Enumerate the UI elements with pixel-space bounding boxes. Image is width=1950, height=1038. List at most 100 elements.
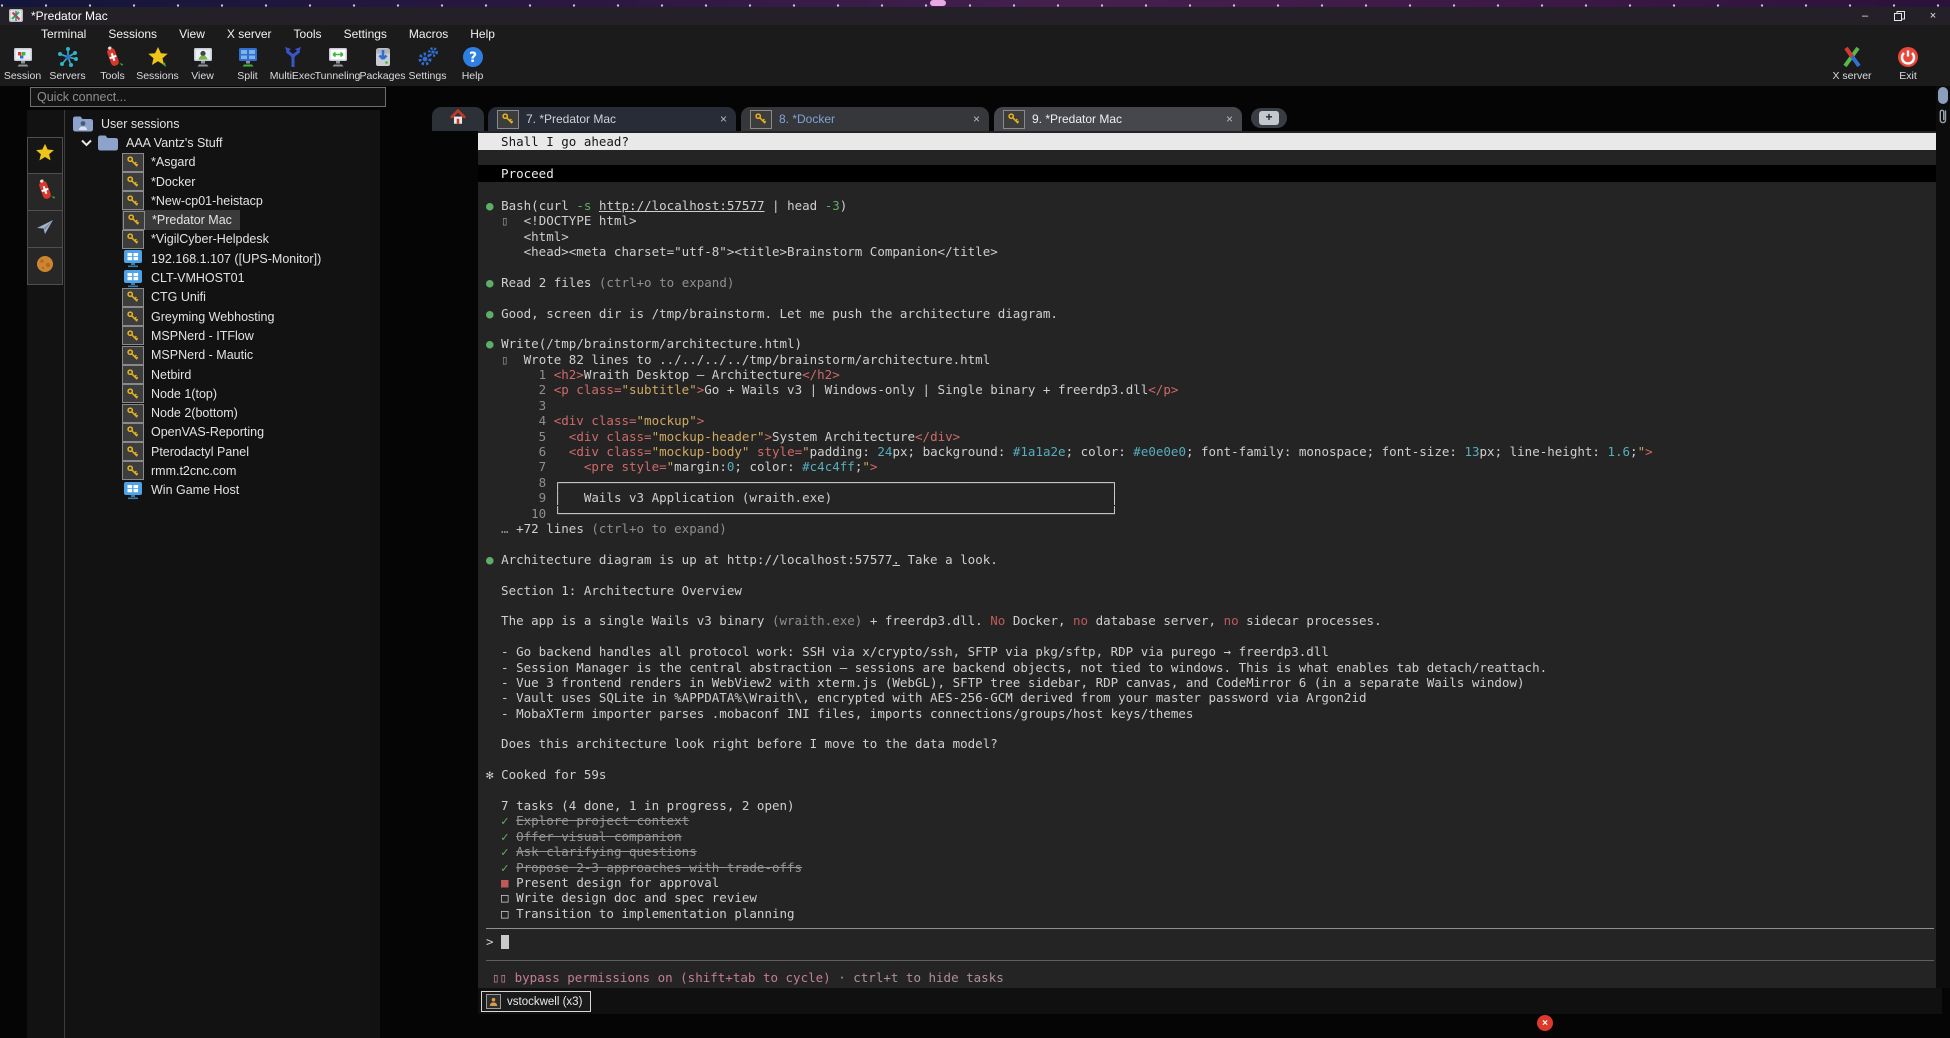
toolbar-button-tunneling[interactable]: Tunneling (315, 42, 360, 82)
toolbar-button-label: Settings (409, 70, 447, 82)
session-tree-item[interactable]: OpenVAS-Reporting (66, 423, 380, 442)
menu-item-terminal[interactable]: Terminal (30, 27, 97, 41)
tools-knife-icon (100, 44, 126, 70)
home-icon (449, 108, 467, 131)
user-session-chip[interactable]: vstockwell (x3) (481, 991, 591, 1012)
session-tree-item[interactable]: User sessions (66, 114, 380, 133)
toolbar-button-label: Split (237, 70, 257, 82)
toolbar-button-help[interactable]: ?Help (450, 42, 495, 82)
session-tree-item[interactable]: *VigilCyber-Helpdesk (66, 230, 380, 249)
toolbar-button-sessions[interactable]: Sessions (135, 42, 180, 82)
notification-badge[interactable]: × (1537, 1015, 1553, 1031)
tab-close-icon[interactable]: × (973, 112, 980, 126)
session-tree-item[interactable]: Netbird (66, 365, 380, 384)
toolbar-button-view[interactable]: View (180, 42, 225, 82)
menu-item-x-server[interactable]: X server (216, 27, 283, 41)
prompt-line[interactable]: > (478, 929, 1942, 953)
tab-close-icon[interactable]: × (720, 112, 727, 126)
toolbar-button-settings[interactable]: Settings (405, 42, 450, 82)
terminal-tab-3-active[interactable]: 9. *Predator Mac× (994, 107, 1242, 131)
session-label: Node 2(bottom) (151, 406, 238, 420)
toolbar-button-packages[interactable]: Packages (360, 42, 405, 82)
tab-close-icon[interactable]: × (1226, 112, 1233, 126)
tab-label: 7. *Predator Mac (526, 112, 720, 126)
toolbar-button-split[interactable]: Split (225, 42, 270, 82)
maximize-button[interactable] (1882, 7, 1916, 25)
paperclip-icon[interactable] (1936, 108, 1950, 126)
sidebar-rail (27, 110, 65, 1038)
terminal-line: Does this architecture look right before… (478, 736, 1942, 751)
chevron-down-icon[interactable] (79, 139, 93, 147)
menu-item-settings[interactable]: Settings (333, 27, 398, 41)
terminal-line (478, 290, 1942, 305)
session-tree-item[interactable]: Pterodactyl Panel (66, 442, 380, 461)
close-button[interactable]: × (1916, 7, 1950, 25)
session-tree-item[interactable]: CTG Unifi (66, 288, 380, 307)
minimize-button[interactable]: – (1848, 7, 1882, 25)
session-tree-item[interactable]: Win Game Host (66, 481, 380, 500)
session-tree-item[interactable]: *Asgard (66, 153, 380, 172)
menu-item-tools[interactable]: Tools (283, 27, 333, 41)
exit-power-icon (1895, 44, 1921, 70)
session-tree-item[interactable]: Greyming Webhosting (66, 307, 380, 326)
rail-button-favorites-star[interactable] (27, 137, 63, 174)
terminal-line: <html> (478, 229, 1942, 244)
terminal-line: 4 <div class="mockup"> (478, 413, 1942, 428)
terminal-line: □ Write design doc and spec review (478, 890, 1942, 905)
app-logo-icon (9, 9, 23, 23)
tab-bar: 7. *Predator Mac×8. *Docker×9. *Predator… (432, 104, 1936, 131)
toolbar-button-session[interactable]: Session (0, 42, 45, 82)
rail-button-globe[interactable] (27, 248, 63, 285)
session-tree-item[interactable]: MSPNerd - Mautic (66, 346, 380, 365)
xserver-icon (1839, 44, 1865, 70)
terminal-pane[interactable]: Shall I go ahead? Proceed ● Bash(curl -s… (478, 131, 1942, 988)
terminal-tab-1[interactable]: 7. *Predator Mac× (488, 107, 736, 131)
terminal-line (478, 598, 1942, 613)
session-tree-item[interactable]: rmm.t2cnc.com (66, 461, 380, 480)
menu-item-view[interactable]: View (168, 27, 216, 41)
session-label: AAA Vantz's Stuff (126, 136, 222, 150)
settings-gears-icon (415, 44, 441, 70)
session-tree-item[interactable]: Node 1(top) (66, 384, 380, 403)
menu-item-help[interactable]: Help (459, 27, 506, 41)
terminal-line (478, 629, 1942, 644)
scrollbar-thumb[interactable] (1938, 87, 1948, 104)
right-edge-strip (1936, 86, 1950, 988)
session-tree-item[interactable]: 192.168.1.107 ([UPS-Monitor]) (66, 249, 380, 268)
session-tree-item[interactable]: CLT-VMHOST01 (66, 268, 380, 287)
terminal-band-line: Proceed (478, 165, 1942, 182)
session-label: Pterodactyl Panel (151, 445, 249, 459)
mobaxterm-window: *Predator Mac – × TerminalSessionsViewX … (0, 0, 1950, 1038)
toolbar-button-x-server[interactable]: X server (1824, 42, 1880, 82)
rail-button-tools-knife[interactable] (27, 174, 63, 211)
session-tree-item[interactable]: *Predator Mac (66, 210, 380, 229)
rail-button-send-plane[interactable] (27, 211, 63, 248)
home-tab[interactable] (432, 107, 484, 131)
new-tab-button[interactable]: + (1251, 108, 1287, 128)
session-label: MSPNerd - ITFlow (151, 329, 254, 343)
terminal-line: ✓ Explore project context (478, 813, 1942, 828)
session-tree-item[interactable]: *New-cp01-heistacp (66, 191, 380, 210)
menu-item-macros[interactable]: Macros (398, 27, 459, 41)
toolbar-button-exit[interactable]: Exit (1880, 42, 1936, 82)
plus-icon: + (1259, 111, 1279, 125)
terminal-line: The app is a single Wails v3 binary (wra… (478, 613, 1942, 628)
quick-connect-input[interactable] (30, 87, 386, 107)
terminal-line: <head><meta charset="utf-8"><title>Brain… (478, 244, 1942, 259)
title-bar: *Predator Mac – × (0, 7, 1950, 25)
terminal-line: Section 1: Architecture Overview (478, 583, 1942, 598)
session-tree-item[interactable]: Node 2(bottom) (66, 403, 380, 422)
toolbar-button-servers[interactable]: Servers (45, 42, 90, 82)
terminal-line: 3 (478, 398, 1942, 413)
session-tree-item[interactable]: MSPNerd - ITFlow (66, 326, 380, 345)
terminal-tab-2[interactable]: 8. *Docker× (741, 107, 989, 131)
terminal-line: 5 <div class="mockup-header">System Arch… (478, 429, 1942, 444)
menu-item-sessions[interactable]: Sessions (97, 27, 168, 41)
session-tree-item[interactable]: *Docker (66, 172, 380, 191)
session-tree-item[interactable]: AAA Vantz's Stuff (66, 133, 380, 152)
toolbar-button-tools[interactable]: Tools (90, 42, 135, 82)
terminal-line: - Session Manager is the central abstrac… (478, 660, 1942, 675)
toolbar-button-label: X server (1832, 70, 1871, 82)
toolbar-button-multiexec[interactable]: MultiExec (270, 42, 315, 82)
toolbar-button-label: Servers (49, 70, 85, 82)
